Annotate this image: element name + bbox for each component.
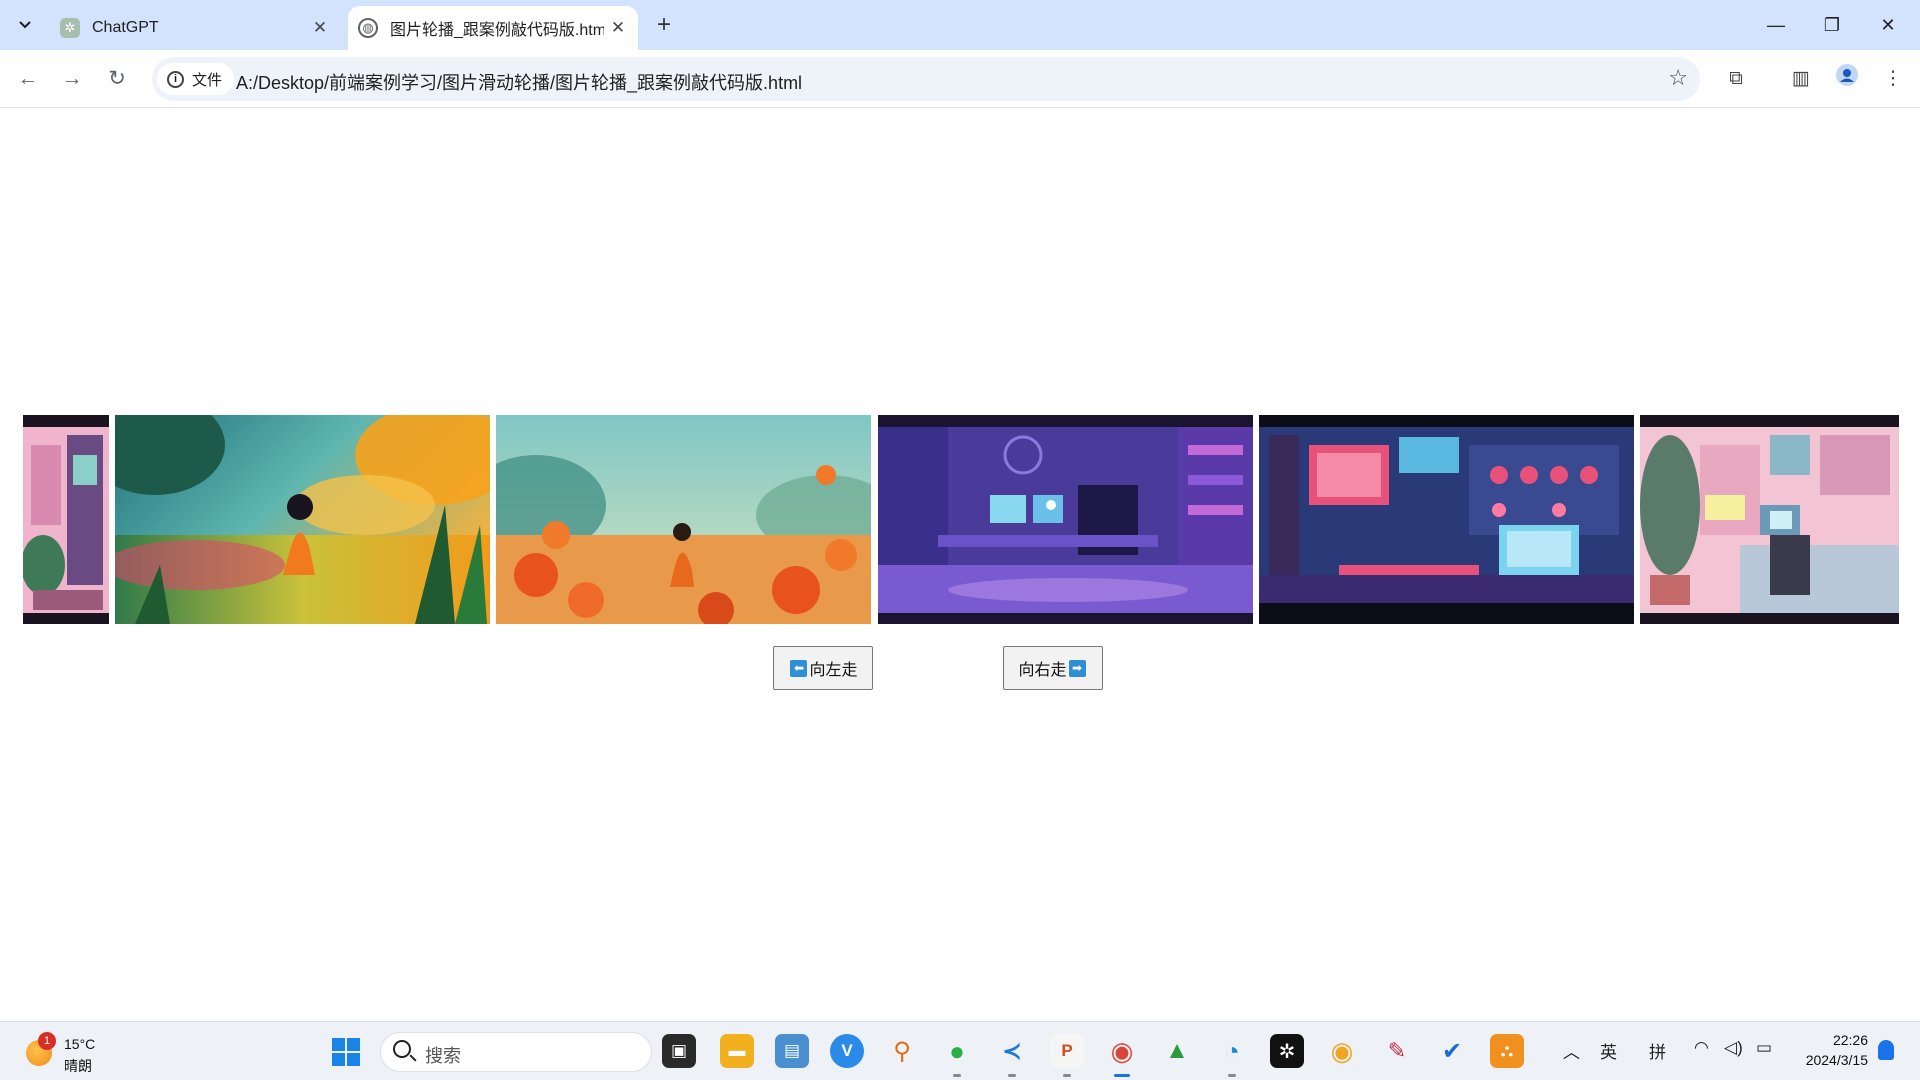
side-panel-icon[interactable]: ▥ [1786, 64, 1816, 94]
notification-bell-icon[interactable] [1878, 1040, 1894, 1060]
move-left-label: 向左走 [809, 660, 858, 679]
windows-logo-icon [332, 1038, 345, 1051]
site-info-label: 文件 [192, 71, 223, 89]
restore-button[interactable]: ❐ [1810, 10, 1854, 40]
tab-title: ChatGPT [92, 19, 159, 36]
close-window-button[interactable]: ✕ [1866, 10, 1910, 40]
task-view-icon[interactable]: ▣ [662, 1034, 696, 1068]
tab-carousel-page[interactable]: ◍ 图片轮播_跟案例敲代码版.html ✕ [348, 6, 638, 50]
bookmark-star-icon[interactable]: ☆ [1668, 65, 1688, 91]
tab-title: 图片轮播_跟案例敲代码版.html [390, 22, 604, 39]
ime-mode[interactable]: 拼 [1649, 1038, 1666, 1063]
vscode-icon[interactable]: ≺ [995, 1034, 1029, 1077]
tab-chatgpt[interactable]: ✲ ChatGPT ✕ [50, 6, 340, 50]
system-clock[interactable]: 22:26 2024/3/15 [1796, 1030, 1868, 1070]
vmware-icon[interactable]: V [830, 1034, 864, 1068]
tab-strip: ✲ ChatGPT ✕ ◍ 图片轮播_跟案例敲代码版.html ✕ + — ❐ … [0, 0, 1920, 50]
site-info-chip[interactable]: i 文件 [157, 63, 235, 95]
chevron-down-icon [19, 21, 31, 29]
browser-toolbar: ← → ↻ i 文件 A:/Desktop/前端案例学习/图片滑动轮播/图片轮播… [0, 50, 1920, 108]
move-left-button[interactable]: ⬅ 向左走 [773, 646, 873, 690]
powerpoint-icon[interactable]: P [1050, 1034, 1084, 1077]
control-panel-icon[interactable]: ▤ [775, 1034, 809, 1068]
start-button[interactable] [332, 1038, 360, 1066]
weather-temperature: 15°C [64, 1036, 96, 1052]
ime-language[interactable]: 英 [1600, 1038, 1617, 1063]
carousel-slide-neon-control-room [1259, 415, 1634, 624]
wifi-icon[interactable]: ◠ [1694, 1038, 1709, 1058]
everything-search-icon[interactable]: ⚲ [885, 1034, 919, 1068]
move-right-label: 向右走 [1018, 660, 1067, 679]
search-placeholder: 搜索 [425, 1046, 461, 1066]
move-right-button[interactable]: 向右走 ➡ [1003, 646, 1103, 690]
chatgpt-favicon-icon: ✲ [60, 18, 80, 38]
sublime-like-icon[interactable]: ⛬ [1490, 1034, 1524, 1068]
carousel-slide-pink-room [23, 415, 109, 624]
taskbar-search[interactable]: 搜索 [380, 1032, 652, 1072]
weather-condition: 晴朗 [64, 1058, 92, 1074]
todo-check-icon[interactable]: ✔ [1435, 1034, 1469, 1068]
weather-widget[interactable]: 1 15°C 晴朗 [24, 1030, 144, 1074]
chatgpt-app-icon[interactable]: ✲ [1270, 1034, 1304, 1068]
file-explorer-icon[interactable]: ▬ [720, 1034, 754, 1068]
xmind-icon[interactable]: ✎ [1380, 1034, 1414, 1068]
carousel-slide-girl-in-meadow [115, 415, 490, 624]
minimize-button[interactable]: — [1754, 10, 1798, 40]
tray-overflow-chevron-icon[interactable]: ︿ [1563, 1038, 1580, 1063]
forward-button[interactable]: → [56, 63, 88, 95]
back-button[interactable]: ← [12, 63, 44, 95]
right-arrow-icon: ➡ [1068, 659, 1086, 677]
windows-taskbar: 1 15°C 晴朗 搜索 ▣ ▬ ▤ V ⚲ ● ≺ P ◉ ▲ ◔ ✲ ◉ ✎… [0, 1021, 1920, 1080]
search-icon [393, 1040, 411, 1058]
carousel-slide-purple-studio [878, 415, 1253, 624]
notification-badge: 1 [38, 1032, 56, 1050]
edge-icon[interactable]: ◔ [1215, 1034, 1249, 1077]
url-text[interactable]: A:/Desktop/前端案例学习/图片滑动轮播/图片轮播_跟案例敲代码版.ht… [236, 69, 802, 95]
extensions-icon[interactable]: ⧉ [1721, 64, 1751, 94]
left-arrow-icon: ⬅ [790, 659, 808, 677]
new-tab-button[interactable]: + [650, 12, 678, 40]
clock-time: 22:26 [1832, 1032, 1868, 1048]
page-viewport: ⬅ 向左走 向右走 ➡ [0, 109, 1920, 1021]
clock-date: 2024/3/15 [1805, 1052, 1868, 1068]
volume-icon[interactable]: ◁) [1724, 1038, 1743, 1058]
image-carousel [23, 415, 1899, 624]
chrome-icon[interactable]: ◉ [1105, 1034, 1139, 1077]
menu-kebab-icon[interactable]: ⋮ [1878, 64, 1908, 94]
tab-search-button[interactable] [10, 11, 40, 39]
reload-button[interactable]: ↻ [101, 63, 133, 95]
info-icon: i [167, 70, 184, 88]
globe-icon: ◍ [358, 18, 378, 38]
address-bar[interactable]: i 文件 A:/Desktop/前端案例学习/图片滑动轮播/图片轮播_跟案例敲代… [152, 57, 1700, 101]
tab-close-icon[interactable]: ✕ [306, 18, 334, 38]
battery-icon[interactable]: ▭ [1756, 1038, 1772, 1058]
profile-avatar-icon[interactable] [1832, 64, 1862, 94]
wechat-icon[interactable]: ● [940, 1034, 974, 1077]
chrome-canary-icon[interactable]: ◉ [1325, 1034, 1359, 1068]
carousel-slide-child-in-flowers [496, 415, 871, 624]
tab-close-icon[interactable]: ✕ [604, 18, 632, 38]
pdf-app-icon[interactable]: ▲ [1160, 1034, 1194, 1068]
carousel-slide-pastel-room [1640, 415, 1899, 624]
